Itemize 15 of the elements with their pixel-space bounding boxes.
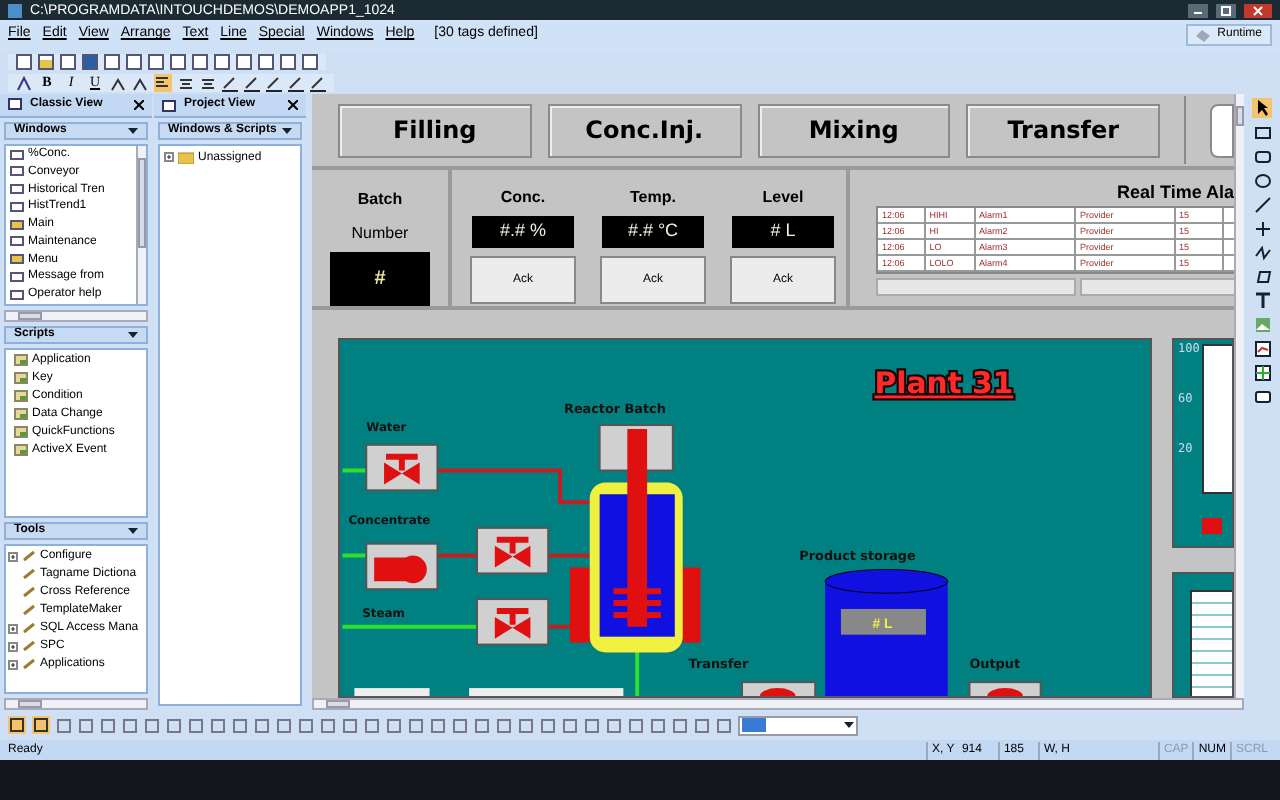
batch-title: Batch: [357, 188, 403, 212]
batch-number-display: #: [330, 252, 430, 306]
nav-button[interactable]: Mixing: [757, 103, 951, 157]
nav-button[interactable]: Conc.Inj.: [547, 103, 741, 157]
batch-subtitle: Number: [351, 222, 409, 246]
nav-button[interactable]: Filling: [338, 103, 532, 157]
plant-title: Plant 31: [874, 367, 1014, 402]
readout-label: Temp.: [630, 186, 676, 210]
readout-display: # L: [732, 216, 834, 248]
readout-display: #.# °C: [602, 216, 704, 248]
nav-button[interactable]: Transfer: [966, 103, 1160, 157]
readout-display: #.# %: [472, 216, 574, 248]
alarm-panel-title: Real Time Ala: [1116, 180, 1234, 204]
readout-label: Conc.: [500, 186, 546, 210]
readout-label: Level: [762, 186, 804, 210]
